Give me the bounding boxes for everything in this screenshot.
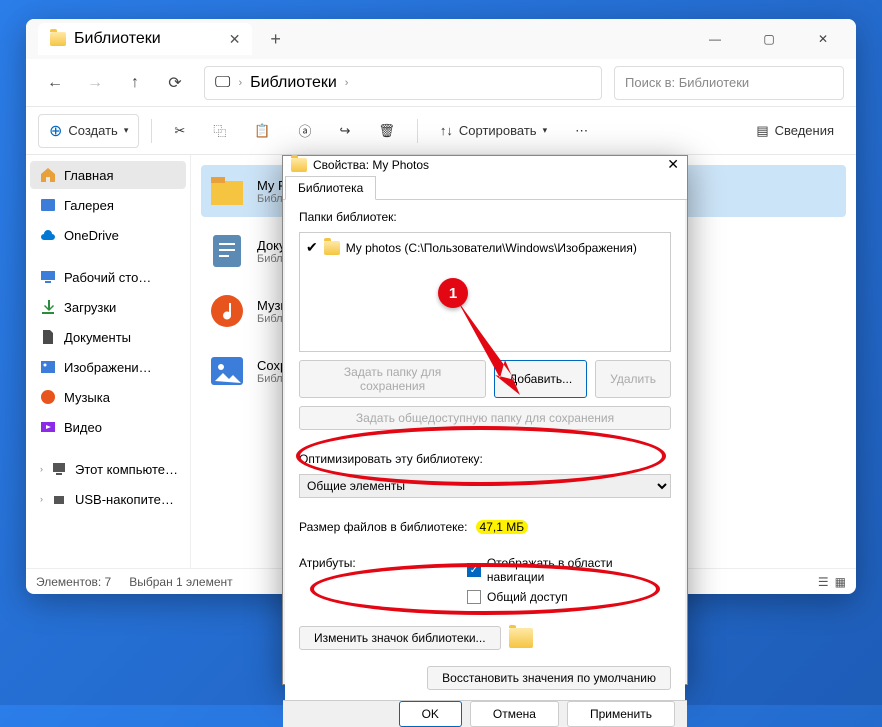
sidebar-item-images[interactable]: Изображени… [30, 353, 186, 381]
delete-button[interactable]: 🗑 [368, 117, 405, 145]
selection-info: Выбран 1 элемент [129, 575, 232, 589]
sidebar-item-gallery[interactable]: Галерея [30, 191, 186, 219]
scissors-icon: ✂ [174, 123, 185, 139]
minimize-button[interactable]: — [700, 24, 730, 54]
search-input[interactable]: Поиск в: Библиотеки [614, 66, 844, 100]
breadcrumb[interactable]: 🖵 › Библиотеки › [204, 66, 602, 100]
maximize-button[interactable]: ▢ [754, 24, 784, 54]
navbar: ← → ↑ ⟳ 🖵 › Библиотеки › Поиск в: Библио… [26, 59, 856, 107]
new-tab-button[interactable]: + [270, 29, 281, 50]
sidebar-item-music[interactable]: Музыка [30, 383, 186, 411]
sort-button[interactable]: ↑↓ Сортировать ▾ [430, 117, 557, 144]
tab-library[interactable]: Библиотека [285, 176, 376, 200]
clipboard-icon: 📋 [254, 123, 270, 139]
check-icon: ✔ [306, 239, 318, 256]
trash-icon: 🗑 [378, 123, 395, 139]
create-label: Создать [68, 123, 117, 138]
set-public-folder-button[interactable]: Задать общедоступную папку для сохранени… [299, 406, 671, 430]
sidebar-item-video[interactable]: Видео [30, 413, 186, 441]
sidebar-item-onedrive[interactable]: OneDrive [30, 221, 186, 249]
folders-label: Папки библиотек: [299, 210, 671, 224]
sidebar-item-usb[interactable]: ›USB-накопите… [30, 485, 186, 513]
window-controls: — ▢ ✕ [700, 24, 848, 54]
dialog-footer: OK Отмена Применить [283, 700, 687, 727]
size-label: Размер файлов в библиотеке: [299, 520, 468, 534]
monitor-icon: 🖵 [215, 74, 230, 92]
copy-icon: ⿻ [213, 121, 226, 140]
annotation-marker-1: 1 [438, 278, 468, 308]
change-icon-button[interactable]: Изменить значок библиотеки... [299, 626, 501, 650]
annotation-arrow [445, 300, 525, 400]
titlebar: Библиотеки ✕ + — ▢ ✕ [26, 19, 856, 59]
remove-folder-button[interactable]: Удалить [595, 360, 671, 398]
sort-icon: ↑↓ [440, 123, 453, 138]
folder-icon [291, 158, 307, 172]
checkbox-icon [467, 590, 481, 604]
folder-path: My photos (C:\Пользователи\Windows\Изобр… [346, 241, 637, 255]
more-button[interactable]: ⋯ [565, 117, 598, 145]
cut-button[interactable]: ✂ [164, 117, 195, 145]
size-value: 47,1 МБ [476, 520, 529, 534]
sidebar: Главная Галерея OneDrive Рабочий сто… За… [26, 155, 191, 568]
rename-icon: ⓐ [298, 121, 311, 140]
attributes-label: Атрибуты: [299, 556, 459, 570]
chevron-down-icon: ▾ [124, 125, 129, 136]
toolbar: ⊕ Создать ▾ ✂ ⿻ 📋 ⓐ ↪ 🗑 ↑↓ Сортировать ▾… [26, 107, 856, 155]
paste-button[interactable]: 📋 [244, 117, 280, 145]
checkbox-icon: ✓ [467, 563, 481, 577]
dialog-close-button[interactable]: ✕ [667, 156, 679, 173]
folder-list-item[interactable]: ✔ My photos (C:\Пользователи\Windows\Изо… [304, 237, 666, 258]
chevron-right-icon: › [345, 77, 349, 89]
optimize-label: Оптимизировать эту библиотеку: [299, 452, 671, 466]
folder-icon [50, 32, 66, 46]
tab-title: Библиотеки [74, 30, 161, 48]
show-in-nav-checkbox[interactable]: ✓Отображать в области навигации [467, 556, 671, 584]
dialog-titlebar: Свойства: My Photos ✕ [283, 156, 687, 173]
sort-label: Сортировать [459, 123, 537, 138]
details-icon: ▤ [756, 123, 768, 139]
search-placeholder: Поиск в: Библиотеки [625, 75, 749, 90]
sidebar-item-documents[interactable]: Документы [30, 323, 186, 351]
refresh-button[interactable]: ⟳ [158, 66, 192, 100]
sidebar-item-this-pc[interactable]: ›Этот компьюте… [30, 455, 186, 483]
copy-button[interactable]: ⿻ [203, 115, 236, 146]
optimize-select[interactable]: Общие элементы [299, 474, 671, 498]
sidebar-item-downloads[interactable]: Загрузки [30, 293, 186, 321]
create-button[interactable]: ⊕ Создать ▾ [38, 114, 139, 148]
chevron-right-icon: › [40, 494, 43, 504]
share-icon: ↪ [339, 123, 350, 139]
back-button[interactable]: ← [38, 66, 72, 100]
forward-button[interactable]: → [78, 66, 112, 100]
library-icon-preview [509, 628, 533, 648]
item-count: Элементов: 7 [36, 575, 111, 589]
view-details-button[interactable]: ☰ [818, 575, 829, 589]
sidebar-item-desktop[interactable]: Рабочий сто… [30, 263, 186, 291]
sidebar-item-home[interactable]: Главная [30, 161, 186, 189]
breadcrumb-item[interactable]: Библиотеки [250, 74, 337, 92]
dialog-body: Папки библиотек: ✔ My photos (C:\Пользов… [285, 200, 685, 700]
chevron-right-icon: › [40, 464, 43, 474]
folder-icon [324, 241, 340, 255]
shared-checkbox[interactable]: Общий доступ [467, 590, 671, 604]
restore-defaults-button[interactable]: Восстановить значения по умолчанию [427, 666, 671, 690]
plus-icon: ⊕ [49, 121, 62, 141]
close-button[interactable]: ✕ [808, 24, 838, 54]
dialog-tabs: Библиотека [283, 173, 687, 200]
up-button[interactable]: ↑ [118, 66, 152, 100]
share-button[interactable]: ↪ [329, 117, 360, 145]
chevron-down-icon: ▾ [543, 125, 548, 136]
properties-dialog: Свойства: My Photos ✕ Библиотека Папки б… [282, 155, 688, 685]
rename-button[interactable]: ⓐ [288, 115, 321, 146]
dialog-title: Свойства: My Photos [313, 158, 429, 172]
details-button[interactable]: ▤ Сведения [746, 117, 844, 145]
tab-close-button[interactable]: ✕ [229, 31, 241, 48]
view-icons-button[interactable]: ▦ [835, 575, 846, 589]
active-tab[interactable]: Библиотеки ✕ [38, 23, 252, 55]
chevron-right-icon: › [238, 77, 242, 89]
details-label: Сведения [775, 123, 834, 138]
